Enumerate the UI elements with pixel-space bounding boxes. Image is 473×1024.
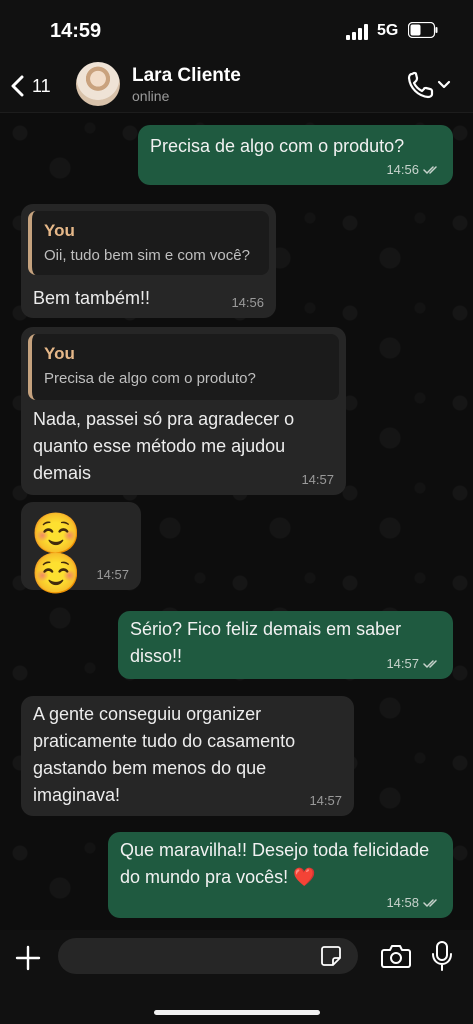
camera-icon[interactable] [381, 943, 411, 969]
quote-author: You [44, 344, 75, 363]
microphone-icon[interactable] [431, 940, 453, 972]
emoji-message: ☺️ ☺️ [31, 512, 81, 596]
chevron-left-icon [11, 75, 24, 97]
back-button[interactable]: 11 [10, 70, 51, 102]
network-label: 5G [377, 22, 399, 39]
quote-author: You [44, 221, 75, 240]
message-bubble-incoming[interactable]: You Precisa de algo com o produto? Nada,… [21, 327, 346, 495]
message-bubble-incoming[interactable]: A gente conseguiu organizer praticamente… [21, 696, 354, 816]
message-text: Sério? Fico feliz demais em saber disso!… [130, 619, 402, 666]
status-bar: 14:59 5G [0, 0, 473, 60]
quoted-message[interactable]: You Oii, tudo bem sim e com você? [28, 211, 269, 275]
read-receipt-icon [423, 898, 437, 907]
message-time: 14:58 [386, 895, 419, 910]
message-time: 14:57 [386, 656, 419, 671]
quoted-message[interactable]: You Precisa de algo com o produto? [28, 334, 339, 400]
message-bubble-outgoing[interactable]: Precisa de algo com o produto? 14:56 [138, 125, 453, 185]
signal-icon [346, 24, 368, 40]
message-time: 14:57 [301, 472, 334, 487]
message-bubble-outgoing[interactable]: Que maravilha!! Desejo toda felicidade d… [108, 832, 453, 918]
message-time: 14:57 [309, 793, 342, 808]
read-receipt-icon [423, 165, 437, 174]
unread-count: 11 [32, 75, 51, 96]
chat-area[interactable]: Precisa de algo com o produto? 14:56 You… [0, 113, 473, 930]
home-indicator [154, 1010, 320, 1015]
quote-text: Precisa de algo com o produto? [44, 370, 256, 387]
plus-icon[interactable] [14, 944, 42, 972]
message-time: 14:57 [96, 567, 129, 582]
read-receipt-icon [423, 659, 437, 668]
contact-status: online [132, 88, 170, 104]
sticker-icon[interactable] [320, 945, 342, 967]
chat-header: 11 Lara Cliente online [0, 60, 473, 113]
message-text: Nada, passei só pra agradecer o quanto e… [33, 409, 295, 483]
message-text: Que maravilha!! Desejo toda felicidade d… [120, 840, 430, 887]
quote-text: Oii, tudo bem sim e com você? [44, 247, 250, 264]
contact-name[interactable]: Lara Cliente [132, 65, 241, 87]
message-bubble-incoming[interactable]: ☺️ ☺️ 14:57 [21, 502, 141, 594]
status-time: 14:59 [50, 20, 102, 42]
message-time: 14:56 [386, 162, 419, 177]
message-time: 14:56 [231, 295, 264, 310]
message-input[interactable] [58, 938, 358, 974]
message-text: Precisa de algo com o produto? [150, 136, 405, 156]
avatar[interactable] [76, 62, 120, 106]
message-bubble-outgoing[interactable]: Sério? Fico feliz demais em saber disso!… [118, 611, 453, 679]
message-text: A gente conseguiu organizer praticamente… [33, 704, 296, 805]
input-bar [0, 930, 473, 1024]
battery-icon [408, 22, 438, 38]
message-bubble-incoming[interactable]: You Oii, tudo bem sim e com você? Bem ta… [21, 204, 276, 318]
phone-icon[interactable] [406, 70, 452, 100]
